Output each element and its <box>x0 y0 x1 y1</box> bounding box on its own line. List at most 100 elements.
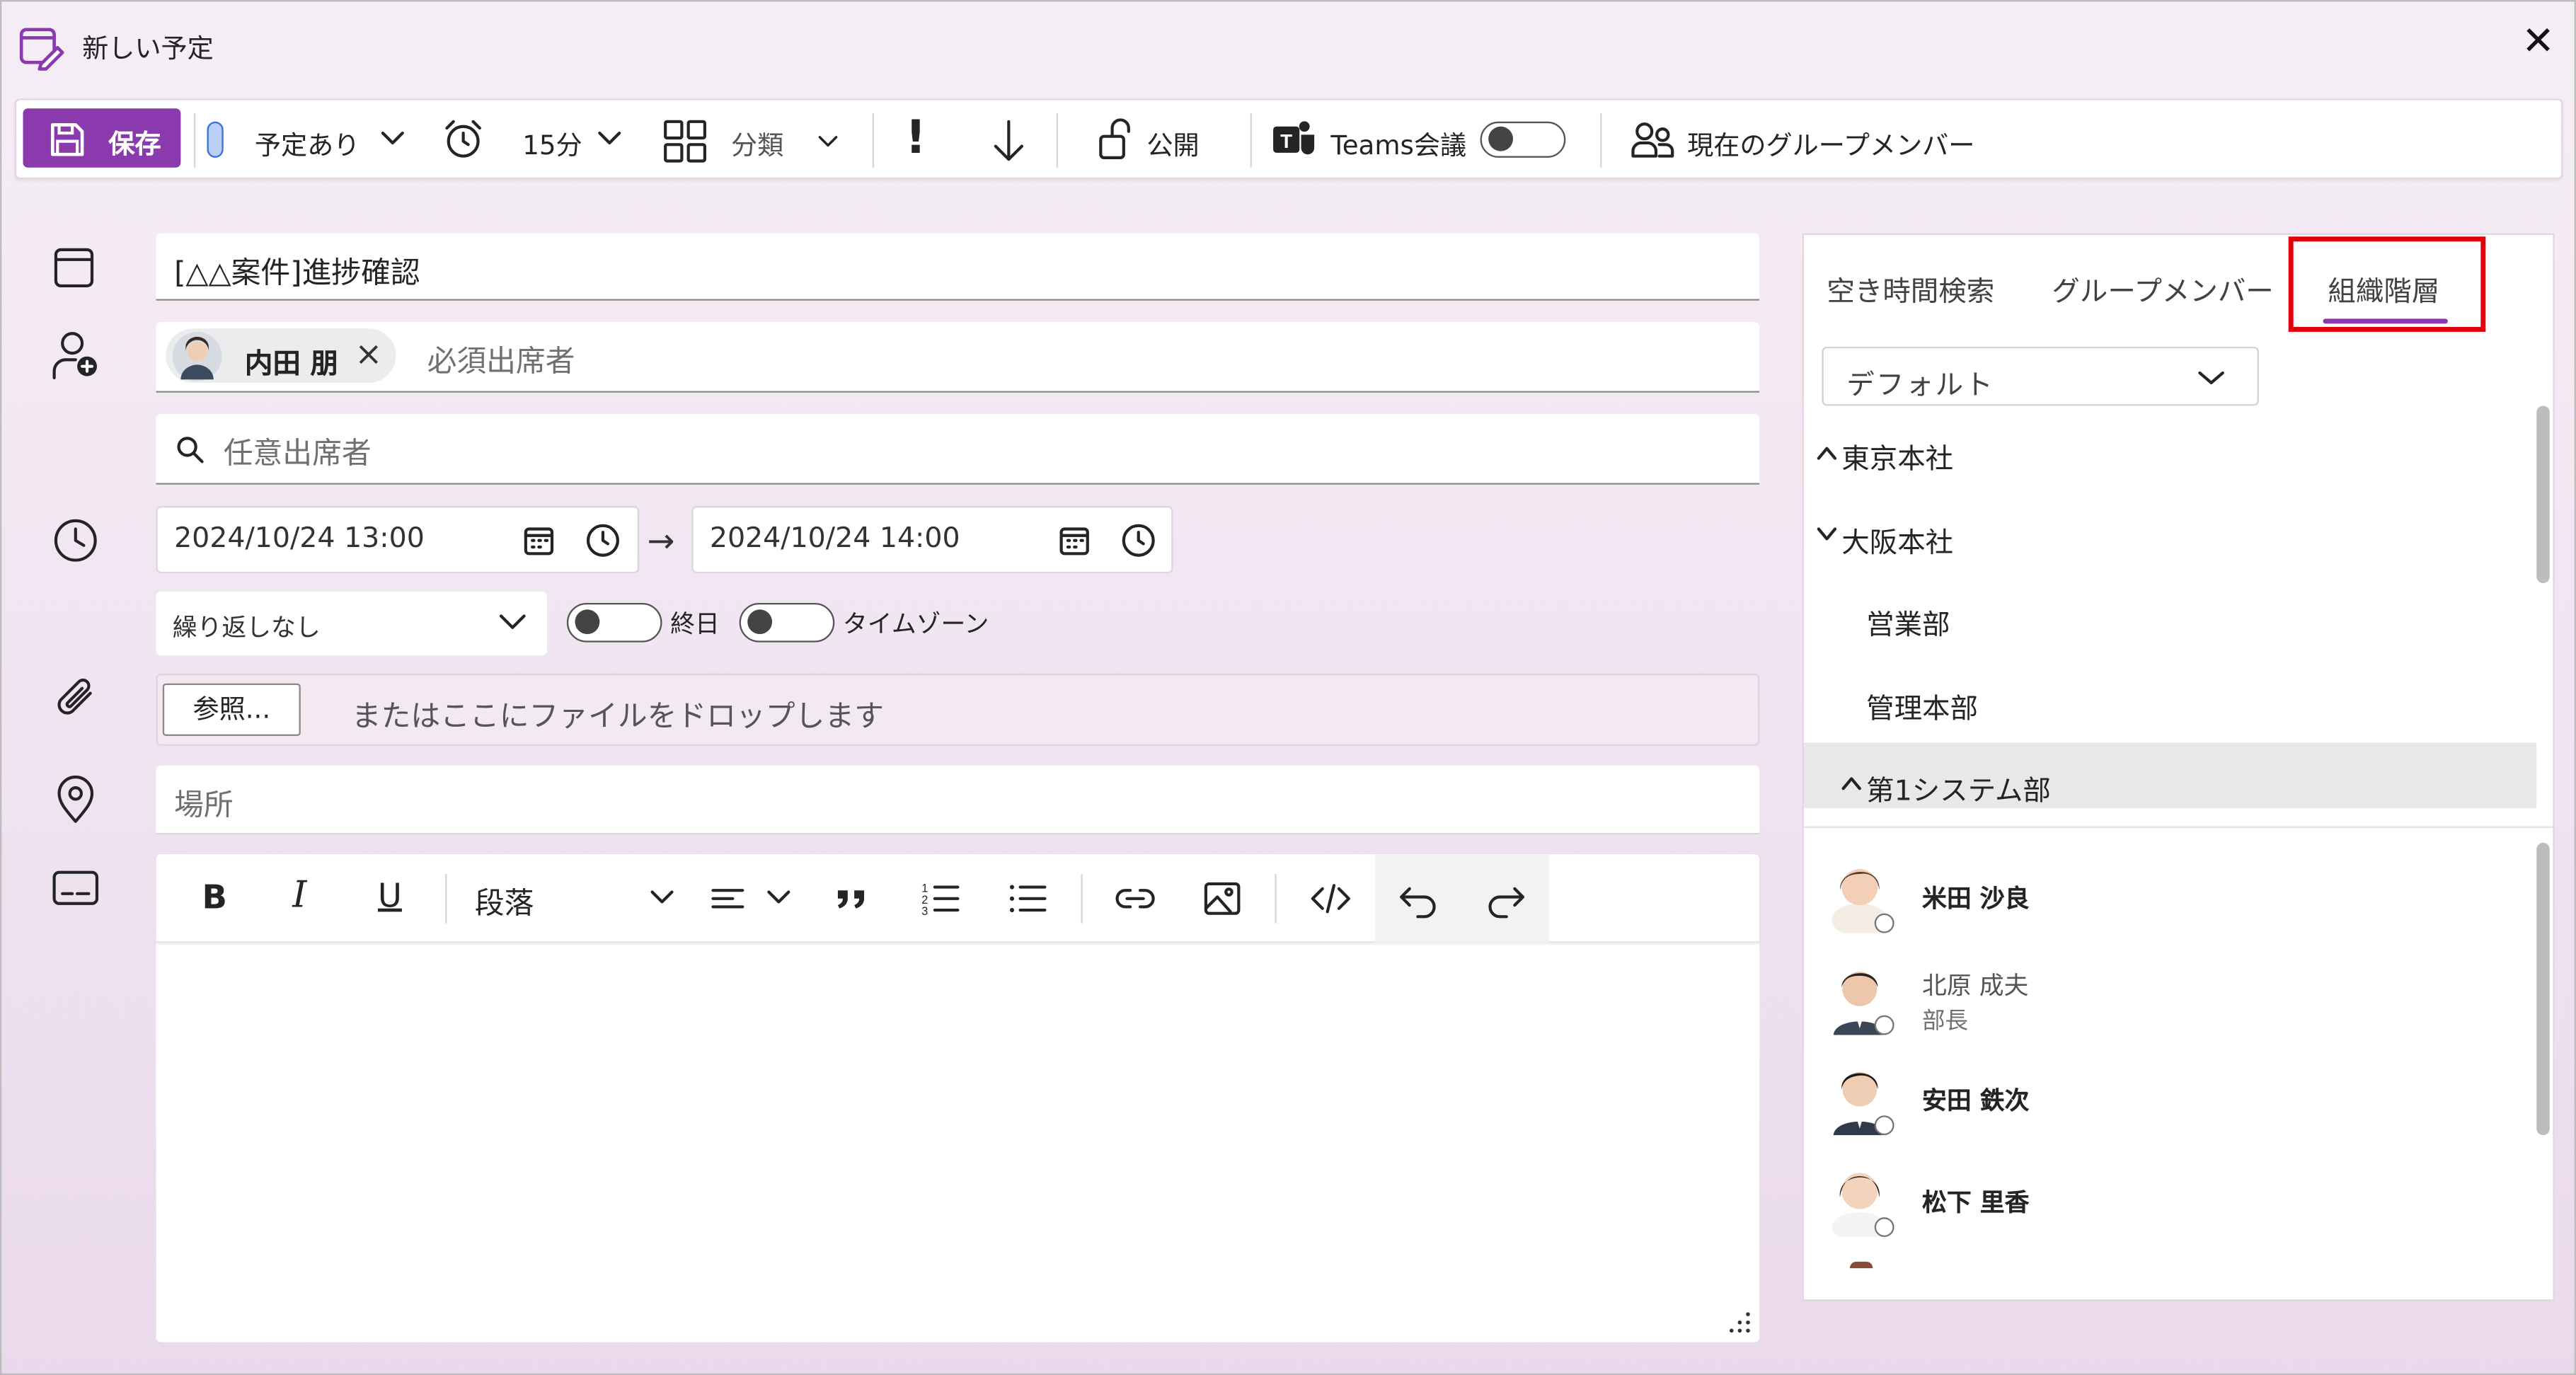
date-picker-icon[interactable] <box>522 524 555 557</box>
tree-item-sales[interactable]: 営業部 <box>1866 602 1950 642</box>
list-item[interactable]: 米田 沙良 <box>1824 854 2514 943</box>
close-button[interactable]: ✕ <box>2512 18 2564 64</box>
unlock-icon <box>1096 115 1135 164</box>
all-day-label: 終日 <box>670 609 720 640</box>
org-select-dropdown[interactable]: デフォルト <box>1822 346 2259 406</box>
person-name: 北原 成夫 <box>1922 970 2029 1001</box>
teams-icon: T <box>1272 118 1318 161</box>
numbered-list-icon[interactable]: 123 <box>916 874 966 924</box>
list-item[interactable]: 北原 成夫 部長 <box>1824 956 2514 1045</box>
toolbar-divider <box>193 113 196 168</box>
remove-attendee-button[interactable]: × <box>355 333 382 373</box>
code-icon[interactable] <box>1306 874 1356 924</box>
title-bar: 新しい予定 ✕ <box>1 1 2576 87</box>
align-left-icon[interactable] <box>708 874 758 924</box>
person-name: 米田 沙良 <box>1922 883 2030 914</box>
low-importance-arrow-icon[interactable] <box>989 117 1028 166</box>
teams-meeting-label: Teams会議 <box>1330 130 1467 161</box>
show-as-dropdown[interactable]: 予定あり <box>255 123 360 163</box>
start-datetime-field[interactable]: 2024/10/24 13:00 <box>156 505 640 574</box>
all-day-toggle[interactable] <box>566 602 662 643</box>
people-scrollbar[interactable] <box>2536 842 2550 1136</box>
toolbar-divider <box>1250 113 1252 168</box>
resize-grip-icon[interactable] <box>1727 1309 1753 1335</box>
redo-icon[interactable] <box>1480 874 1530 924</box>
location-placeholder: 場所 <box>174 788 234 824</box>
tree-item-tokyo[interactable]: 東京本社 <box>1841 435 1953 476</box>
optional-attendees-field[interactable]: 任意出席者 <box>156 413 1760 485</box>
chevron-down-icon[interactable] <box>1815 524 1838 544</box>
title-field[interactable]: [△△案件]進捗確認 <box>156 233 1760 301</box>
paragraph-style-dropdown[interactable]: 段落 <box>475 880 534 923</box>
bullet-list-icon[interactable] <box>1004 874 1053 924</box>
bold-button[interactable]: B <box>202 878 227 917</box>
status-icon <box>1874 1217 1894 1238</box>
link-icon[interactable] <box>1110 874 1160 924</box>
svg-text:T: T <box>1280 130 1292 152</box>
rich-text-editor[interactable]: B I U 段落 123 <box>156 854 1760 1342</box>
attachment-drop-zone[interactable]: 参照... またはここにファイルをドロップします <box>156 673 1760 746</box>
location-field[interactable]: 場所 <box>156 765 1760 835</box>
repeat-dropdown[interactable]: 繰り返しなし <box>156 591 548 656</box>
timezone-toggle[interactable] <box>739 602 835 643</box>
teams-meeting-toggle[interactable] <box>1480 121 1566 158</box>
chevron-down-icon[interactable] <box>817 133 839 149</box>
drop-hint: またはここにファイルをドロップします <box>351 699 884 735</box>
chevron-down-icon[interactable] <box>597 128 623 148</box>
tree-item-admin[interactable]: 管理本部 <box>1866 685 1978 726</box>
tree-item-osaka[interactable]: 大阪本社 <box>1841 519 1953 560</box>
reminder-dropdown[interactable]: 15分 <box>522 123 582 163</box>
timezone-label: タイムゾーン <box>842 609 989 640</box>
required-attendees-field[interactable]: 内田 朋 × 必須出席者 <box>156 321 1760 393</box>
browse-button[interactable]: 参照... <box>162 683 301 736</box>
italic-button[interactable]: I <box>292 875 306 916</box>
editor-divider <box>1081 873 1083 924</box>
time-picker-icon[interactable] <box>1120 522 1156 558</box>
description-icon <box>51 868 100 910</box>
chevron-up-icon[interactable] <box>1840 773 1863 793</box>
save-button[interactable]: 保存 <box>23 108 181 168</box>
list-item[interactable]: 安田 鉄次 <box>1824 1057 2514 1145</box>
chevron-up-icon[interactable] <box>1815 444 1838 464</box>
time-picker-icon[interactable] <box>585 522 621 558</box>
quote-icon[interactable] <box>828 874 878 924</box>
tree-scrollbar[interactable] <box>2536 405 2550 584</box>
list-item[interactable]: 松下 里香 <box>1824 1158 2514 1247</box>
avatar <box>1849 1261 1873 1269</box>
repeat-value: 繰り返しなし <box>172 612 321 643</box>
toolbar-divider <box>872 113 874 168</box>
undo-icon[interactable] <box>1395 874 1444 924</box>
editor-divider <box>1275 873 1277 924</box>
optional-attendees-placeholder: 任意出席者 <box>223 437 372 472</box>
status-icon <box>1874 913 1894 933</box>
search-icon <box>176 435 205 465</box>
people-icon <box>1630 120 1676 162</box>
toolbar: 保存 予定あり 15分 分類 ! 公開 T Teams会議 現在のグループメンバ… <box>14 98 2563 180</box>
high-importance-button[interactable]: ! <box>905 110 926 165</box>
add-person-icon <box>51 330 103 383</box>
tab-free-time-search[interactable]: 空き時間検索 <box>1827 267 1994 309</box>
status-icon <box>1874 1015 1894 1035</box>
date-picker-icon[interactable] <box>1058 524 1091 557</box>
busy-status-icon <box>207 121 224 158</box>
tab-group-members[interactable]: グループメンバー <box>2052 267 2273 309</box>
chevron-down-icon[interactable] <box>379 128 406 148</box>
chevron-down-icon[interactable] <box>650 889 674 905</box>
end-datetime-field[interactable]: 2024/10/24 14:00 <box>691 505 1173 574</box>
new-event-window: 新しい予定 ✕ 保存 予定あり 15分 分類 ! 公開 T Teams会議 現在… <box>0 0 2576 1375</box>
category-dropdown[interactable]: 分類 <box>731 123 783 163</box>
chevron-down-icon[interactable] <box>767 889 790 905</box>
attendee-chip[interactable]: 内田 朋 × <box>166 328 396 383</box>
editor-divider <box>445 873 447 924</box>
calendar-edit-icon <box>18 25 64 71</box>
calendar-icon <box>51 245 97 291</box>
org-select-value: デフォルト <box>1846 369 1995 403</box>
publish-toggle-label[interactable]: 公開 <box>1146 123 1199 163</box>
image-icon[interactable] <box>1197 874 1247 924</box>
save-icon <box>50 123 84 156</box>
current-group-members-button[interactable]: 現在のグループメンバー <box>1687 123 1974 163</box>
window-title: 新しい予定 <box>82 33 214 64</box>
tree-item-system1[interactable]: 第1システム部 <box>1866 767 2051 808</box>
chevron-down-icon <box>2198 369 2224 386</box>
underline-button[interactable]: U <box>378 875 402 915</box>
